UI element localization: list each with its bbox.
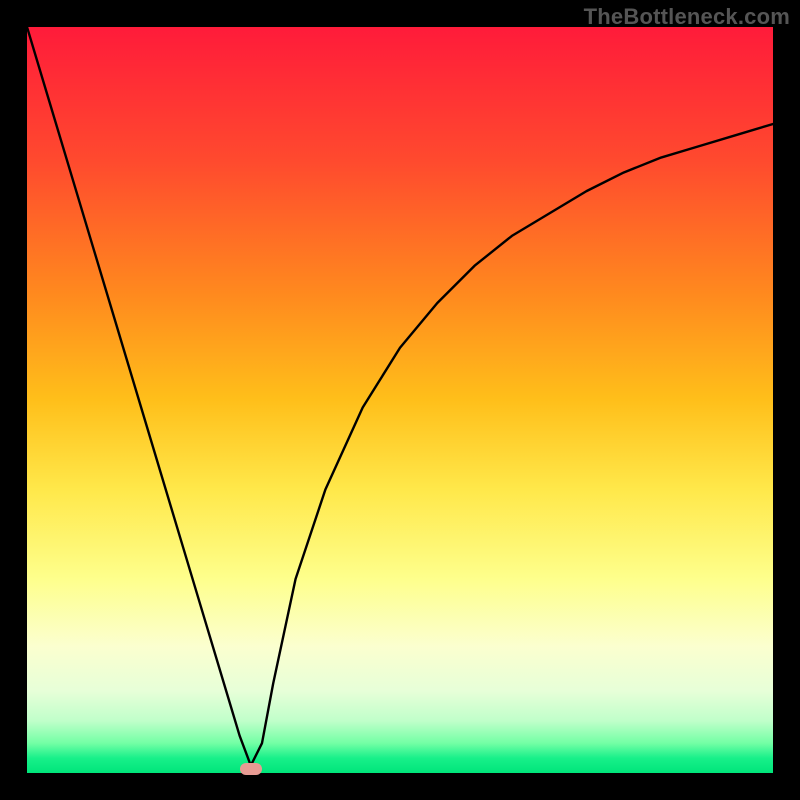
optimal-marker — [240, 763, 262, 775]
chart-frame: TheBottleneck.com — [0, 0, 800, 800]
watermark-text: TheBottleneck.com — [584, 4, 790, 30]
bottleneck-curve — [27, 27, 773, 773]
curve-path — [27, 27, 773, 766]
